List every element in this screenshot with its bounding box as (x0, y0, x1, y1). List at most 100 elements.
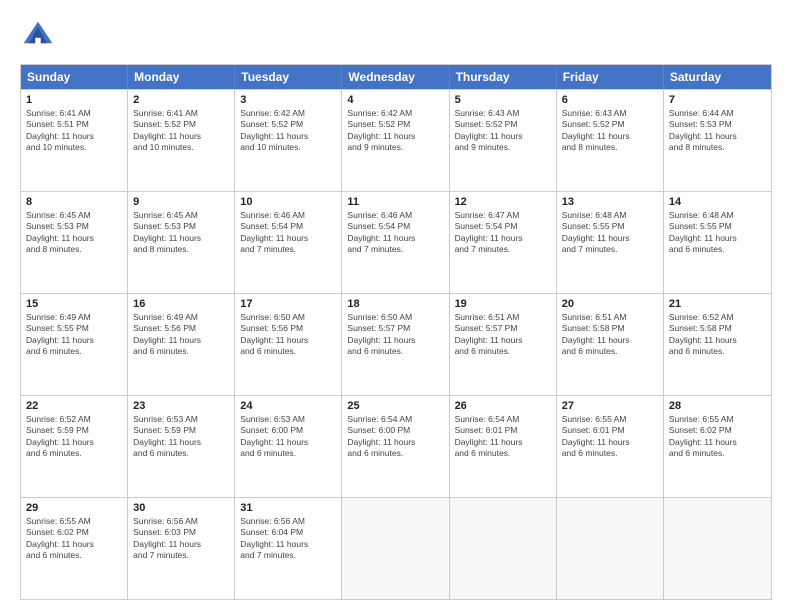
day-number: 30 (133, 502, 229, 514)
day-info: Sunrise: 6:50 AM Sunset: 5:56 PM Dayligh… (240, 312, 336, 358)
calendar-cell: 7 Sunrise: 6:44 AM Sunset: 5:53 PM Daylig… (664, 90, 771, 191)
day-number: 12 (455, 196, 551, 208)
day-info: Sunrise: 6:49 AM Sunset: 5:55 PM Dayligh… (26, 312, 122, 358)
calendar-row-4: 29 Sunrise: 6:55 AM Sunset: 6:02 PM Dayli… (21, 497, 771, 599)
day-number: 13 (562, 196, 658, 208)
day-info: Sunrise: 6:52 AM Sunset: 5:58 PM Dayligh… (669, 312, 766, 358)
calendar-cell: 19Sunrise: 6:51 AM Sunset: 5:57 PM Dayli… (450, 294, 557, 395)
day-info: Sunrise: 6:41 AM Sunset: 5:52 PM Dayligh… (133, 108, 229, 154)
calendar-cell: 6 Sunrise: 6:43 AM Sunset: 5:52 PM Daylig… (557, 90, 664, 191)
day-info: Sunrise: 6:55 AM Sunset: 6:01 PM Dayligh… (562, 414, 658, 460)
day-info: Sunrise: 6:49 AM Sunset: 5:56 PM Dayligh… (133, 312, 229, 358)
day-info: Sunrise: 6:53 AM Sunset: 6:00 PM Dayligh… (240, 414, 336, 460)
day-number: 9 (133, 196, 229, 208)
day-info: Sunrise: 6:43 AM Sunset: 5:52 PM Dayligh… (455, 108, 551, 154)
day-number: 14 (669, 196, 766, 208)
day-number: 15 (26, 298, 122, 310)
calendar-cell: 15 Sunrise: 6:49 AM Sunset: 5:55 PM Dayli… (21, 294, 128, 395)
calendar-cell: 11 Sunrise: 6:46 AM Sunset: 5:54 PM Dayli… (342, 192, 449, 293)
calendar-cell: 5 Sunrise: 6:43 AM Sunset: 5:52 PM Daylig… (450, 90, 557, 191)
day-number: 20 (562, 298, 658, 310)
calendar-cell: 27Sunrise: 6:55 AM Sunset: 6:01 PM Dayli… (557, 396, 664, 497)
day-info: Sunrise: 6:43 AM Sunset: 5:52 PM Dayligh… (562, 108, 658, 154)
calendar-cell: 30 Sunrise: 6:56 AM Sunset: 6:03 PM Dayli… (128, 498, 235, 599)
calendar-cell: 21Sunrise: 6:52 AM Sunset: 5:58 PM Dayli… (664, 294, 771, 395)
calendar-cell: 31 Sunrise: 6:56 AM Sunset: 6:04 PM Dayli… (235, 498, 342, 599)
header-day-thursday: Thursday (450, 65, 557, 89)
day-number: 11 (347, 196, 443, 208)
calendar-cell (450, 498, 557, 599)
calendar-cell: 23 Sunrise: 6:53 AM Sunset: 5:59 PM Dayli… (128, 396, 235, 497)
page: SundayMondayTuesdayWednesdayThursdayFrid… (0, 0, 792, 612)
calendar-cell: 24Sunrise: 6:53 AM Sunset: 6:00 PM Dayli… (235, 396, 342, 497)
day-number: 31 (240, 502, 336, 514)
calendar-cell: 25 Sunrise: 6:54 AM Sunset: 6:00 PM Dayli… (342, 396, 449, 497)
calendar-cell (342, 498, 449, 599)
calendar-cell: 18 Sunrise: 6:50 AM Sunset: 5:57 PM Dayli… (342, 294, 449, 395)
day-info: Sunrise: 6:44 AM Sunset: 5:53 PM Dayligh… (669, 108, 766, 154)
calendar-cell: 14Sunrise: 6:48 AM Sunset: 5:55 PM Dayli… (664, 192, 771, 293)
day-number: 19 (455, 298, 551, 310)
calendar: SundayMondayTuesdayWednesdayThursdayFrid… (20, 64, 772, 600)
day-number: 8 (26, 196, 122, 208)
calendar-cell (664, 498, 771, 599)
day-number: 18 (347, 298, 443, 310)
day-info: Sunrise: 6:55 AM Sunset: 6:02 PM Dayligh… (26, 516, 122, 562)
day-number: 16 (133, 298, 229, 310)
header (20, 18, 772, 54)
header-day-sunday: Sunday (21, 65, 128, 89)
calendar-cell (557, 498, 664, 599)
day-number: 25 (347, 400, 443, 412)
calendar-cell: 13 Sunrise: 6:48 AM Sunset: 5:55 PM Dayli… (557, 192, 664, 293)
day-number: 10 (240, 196, 336, 208)
day-number: 23 (133, 400, 229, 412)
day-info: Sunrise: 6:48 AM Sunset: 5:55 PM Dayligh… (562, 210, 658, 256)
day-info: Sunrise: 6:54 AM Sunset: 6:01 PM Dayligh… (455, 414, 551, 460)
logo (20, 18, 62, 54)
calendar-cell: 29 Sunrise: 6:55 AM Sunset: 6:02 PM Dayli… (21, 498, 128, 599)
day-info: Sunrise: 6:56 AM Sunset: 6:04 PM Dayligh… (240, 516, 336, 562)
day-number: 3 (240, 94, 336, 106)
calendar-row-3: 22 Sunrise: 6:52 AM Sunset: 5:59 PM Dayli… (21, 395, 771, 497)
day-info: Sunrise: 6:45 AM Sunset: 5:53 PM Dayligh… (26, 210, 122, 256)
calendar-cell: 17 Sunrise: 6:50 AM Sunset: 5:56 PM Dayli… (235, 294, 342, 395)
day-info: Sunrise: 6:56 AM Sunset: 6:03 PM Dayligh… (133, 516, 229, 562)
calendar-cell: 28Sunrise: 6:55 AM Sunset: 6:02 PM Dayli… (664, 396, 771, 497)
day-info: Sunrise: 6:42 AM Sunset: 5:52 PM Dayligh… (347, 108, 443, 154)
day-number: 28 (669, 400, 766, 412)
calendar-row-2: 15 Sunrise: 6:49 AM Sunset: 5:55 PM Dayli… (21, 293, 771, 395)
day-info: Sunrise: 6:50 AM Sunset: 5:57 PM Dayligh… (347, 312, 443, 358)
day-info: Sunrise: 6:46 AM Sunset: 5:54 PM Dayligh… (347, 210, 443, 256)
calendar-cell: 3 Sunrise: 6:42 AM Sunset: 5:52 PM Daylig… (235, 90, 342, 191)
day-number: 29 (26, 502, 122, 514)
day-info: Sunrise: 6:53 AM Sunset: 5:59 PM Dayligh… (133, 414, 229, 460)
calendar-cell: 2 Sunrise: 6:41 AM Sunset: 5:52 PM Daylig… (128, 90, 235, 191)
calendar-cell: 8 Sunrise: 6:45 AM Sunset: 5:53 PM Daylig… (21, 192, 128, 293)
calendar-cell: 20 Sunrise: 6:51 AM Sunset: 5:58 PM Dayli… (557, 294, 664, 395)
header-day-tuesday: Tuesday (235, 65, 342, 89)
calendar-cell: 1Sunrise: 6:41 AM Sunset: 5:51 PM Daylig… (21, 90, 128, 191)
day-info: Sunrise: 6:51 AM Sunset: 5:58 PM Dayligh… (562, 312, 658, 358)
header-day-monday: Monday (128, 65, 235, 89)
calendar-cell: 22 Sunrise: 6:52 AM Sunset: 5:59 PM Dayli… (21, 396, 128, 497)
day-number: 4 (347, 94, 443, 106)
day-number: 26 (455, 400, 551, 412)
day-info: Sunrise: 6:45 AM Sunset: 5:53 PM Dayligh… (133, 210, 229, 256)
day-info: Sunrise: 6:54 AM Sunset: 6:00 PM Dayligh… (347, 414, 443, 460)
day-info: Sunrise: 6:42 AM Sunset: 5:52 PM Dayligh… (240, 108, 336, 154)
calendar-cell: 16 Sunrise: 6:49 AM Sunset: 5:56 PM Dayli… (128, 294, 235, 395)
day-number: 7 (669, 94, 766, 106)
day-number: 6 (562, 94, 658, 106)
header-day-friday: Friday (557, 65, 664, 89)
day-number: 17 (240, 298, 336, 310)
calendar-row-0: 1Sunrise: 6:41 AM Sunset: 5:51 PM Daylig… (21, 89, 771, 191)
day-info: Sunrise: 6:52 AM Sunset: 5:59 PM Dayligh… (26, 414, 122, 460)
header-day-wednesday: Wednesday (342, 65, 449, 89)
day-number: 22 (26, 400, 122, 412)
calendar-body: 1Sunrise: 6:41 AM Sunset: 5:51 PM Daylig… (21, 89, 771, 599)
day-number: 2 (133, 94, 229, 106)
day-number: 5 (455, 94, 551, 106)
calendar-cell: 4 Sunrise: 6:42 AM Sunset: 5:52 PM Daylig… (342, 90, 449, 191)
calendar-row-1: 8 Sunrise: 6:45 AM Sunset: 5:53 PM Daylig… (21, 191, 771, 293)
day-info: Sunrise: 6:41 AM Sunset: 5:51 PM Dayligh… (26, 108, 122, 154)
